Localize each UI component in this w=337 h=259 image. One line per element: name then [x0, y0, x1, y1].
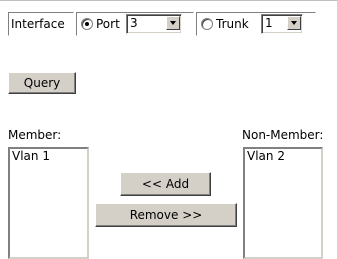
chevron-down-icon[interactable] [287, 16, 301, 30]
chevron-down-icon[interactable] [166, 16, 180, 30]
member-listbox[interactable]: Vlan 1 [8, 147, 89, 259]
remove-button[interactable]: Remove >> [95, 203, 237, 227]
non-member-listbox[interactable]: Vlan 2 [243, 147, 323, 259]
port-radio[interactable] [81, 18, 93, 30]
trunk-label: Trunk [216, 17, 249, 31]
port-cell: Port 3 [76, 12, 194, 36]
non-member-label: Non-Member: [242, 128, 324, 142]
add-button-label: << Add [141, 177, 190, 191]
port-select[interactable]: 3 [126, 14, 182, 34]
query-button[interactable]: Query [8, 72, 76, 94]
query-button-label: Query [23, 76, 61, 90]
interface-label-cell: Interface [8, 12, 74, 36]
remove-button-label: Remove >> [129, 208, 203, 222]
interface-row: Interface Port 3 Trunk 1 [8, 12, 316, 36]
trunk-select-value: 1 [265, 16, 273, 30]
add-button[interactable]: << Add [120, 172, 211, 196]
member-label: Member: [8, 128, 62, 142]
non-member-item[interactable]: Vlan 2 [245, 149, 321, 163]
port-select-value: 3 [130, 16, 138, 30]
member-item[interactable]: Vlan 1 [10, 149, 87, 163]
port-label: Port [96, 17, 120, 31]
trunk-select[interactable]: 1 [261, 14, 303, 34]
interface-label: Interface [11, 17, 65, 31]
trunk-cell: Trunk 1 [196, 12, 316, 36]
trunk-radio[interactable] [201, 18, 213, 30]
top-divider [0, 0, 337, 1]
